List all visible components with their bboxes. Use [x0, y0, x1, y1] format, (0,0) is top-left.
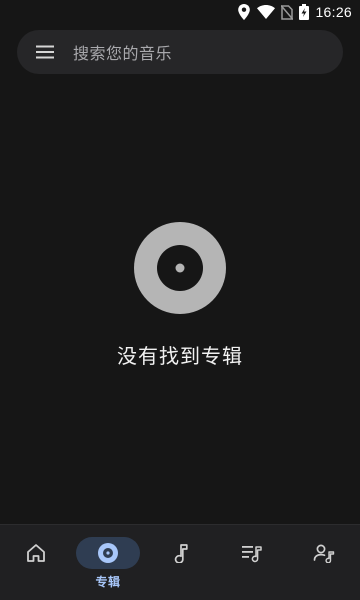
no-sim-icon: [281, 4, 294, 20]
home-icon: [27, 544, 45, 562]
battery-charging-icon: [299, 4, 310, 20]
nav-albums-label: 专辑: [95, 575, 121, 589]
playlist-icon: [242, 546, 262, 563]
nav-playlists[interactable]: [220, 525, 284, 569]
nav-albums[interactable]: 专辑: [76, 525, 140, 590]
nav-artists[interactable]: [292, 525, 356, 569]
music-note-icon: [174, 544, 188, 563]
nav-albums-pill[interactable]: [76, 537, 140, 569]
bottom-navigation: 专辑: [0, 524, 360, 600]
status-bar: 16:26: [0, 0, 360, 24]
nav-playlists-pill[interactable]: [220, 537, 284, 569]
location-icon: [237, 4, 251, 20]
empty-state: 没有找到专辑: [0, 222, 360, 369]
search-input[interactable]: 搜索您的音乐: [73, 40, 172, 64]
album-disc-icon: [134, 222, 226, 314]
empty-message: 没有找到专辑: [117, 344, 243, 368]
app-screen: 16:26 搜索您的音乐 没有找到专辑 专辑: [0, 0, 360, 600]
nav-home-pill[interactable]: [4, 537, 68, 569]
search-bar[interactable]: 搜索您的音乐: [17, 30, 343, 74]
album-icon: [98, 543, 118, 563]
nav-songs[interactable]: [148, 525, 212, 569]
nav-songs-pill[interactable]: [148, 537, 212, 569]
nav-home[interactable]: [4, 525, 68, 569]
artist-icon: [313, 544, 335, 563]
menu-icon[interactable]: [33, 40, 57, 64]
nav-artists-pill[interactable]: [292, 537, 356, 569]
clock: 16:26: [315, 4, 352, 20]
wifi-icon: [257, 5, 276, 19]
